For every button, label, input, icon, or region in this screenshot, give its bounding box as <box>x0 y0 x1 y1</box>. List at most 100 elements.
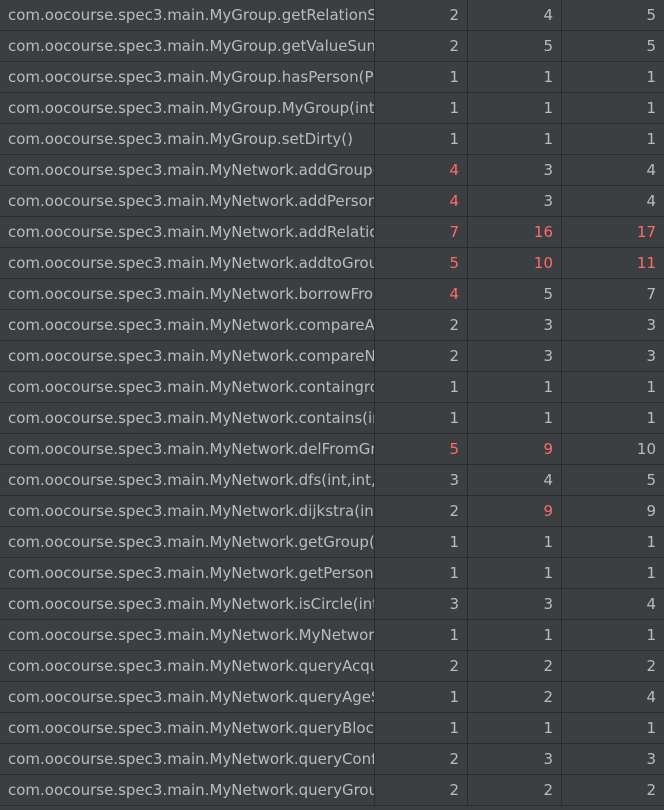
method-name-cell: com.oocourse.spec3.main.MyNetwork.addtoG… <box>0 248 375 278</box>
table-row[interactable]: com.oocourse.spec3.main.MyNetwork.getPer… <box>0 558 664 589</box>
metric-cell-2: 1 <box>468 62 562 92</box>
metric-cell-1: 3 <box>375 589 468 619</box>
table-row[interactable]: com.oocourse.spec3.main.MyNetwork.queryA… <box>0 651 664 682</box>
table-row[interactable]: com.oocourse.spec3.main.MyNetwork.delFro… <box>0 434 664 465</box>
metric-cell-3: 5 <box>646 37 656 55</box>
metric-cell-1: 5 <box>375 434 468 464</box>
method-name-cell: com.oocourse.spec3.main.MyNetwork.compar… <box>0 341 375 371</box>
metric-cell-3: 1 <box>646 68 656 86</box>
method-name-cell: com.oocourse.spec3.main.MyGroup.MyGroup(… <box>0 93 375 123</box>
table-row[interactable]: com.oocourse.spec3.main.MyNetwork.queryA… <box>0 682 664 713</box>
metric-cell-2: 1 <box>468 124 562 154</box>
method-name-cell: com.oocourse.spec3.main.MyNetwork.MyNetw… <box>0 620 375 650</box>
metric-cell-1: 5 <box>375 248 468 278</box>
table-row[interactable]: com.oocourse.spec3.main.MyGroup.setDirty… <box>0 124 664 155</box>
metric-cell-3: 10 <box>636 440 656 458</box>
metric-cell-2: 2 <box>468 682 562 712</box>
metric-cell-3: 2 <box>646 657 656 675</box>
table-row[interactable]: com.oocourse.spec3.main.MyNetwork.borrow… <box>0 279 664 310</box>
method-name-cell: com.oocourse.spec3.main.MyGroup.getValue… <box>0 31 375 61</box>
table-row[interactable]: com.oocourse.spec3.main.MyNetwork.addGro… <box>0 155 664 186</box>
method-name-cell: com.oocourse.spec3.main.MyNetwork.borrow… <box>0 279 375 309</box>
metric-cell-2: 1 <box>468 558 562 588</box>
table-row[interactable]: com.oocourse.spec3.main.MyNetwork.queryG… <box>0 775 664 806</box>
method-name-cell: com.oocourse.spec3.main.MyNetwork.contai… <box>0 403 375 433</box>
metric-cell-2: 1 <box>468 93 562 123</box>
metric-cell-2: 10 <box>468 248 562 278</box>
metric-cell-2: 5 <box>468 31 562 61</box>
metric-cell-3: 5 <box>646 471 656 489</box>
metric-cell-2: 1 <box>468 403 562 433</box>
method-name-cell: com.oocourse.spec3.main.MyNetwork.compar… <box>0 310 375 340</box>
metric-cell-3: 3 <box>646 347 656 365</box>
metric-cell-2: 5 <box>468 279 562 309</box>
table-row[interactable]: com.oocourse.spec3.main.MyNetwork.dijkst… <box>0 496 664 527</box>
method-name-cell: com.oocourse.spec3.main.MyNetwork.getGro… <box>0 527 375 557</box>
table-row[interactable]: com.oocourse.spec3.main.MyNetwork.compar… <box>0 310 664 341</box>
table-row[interactable]: com.oocourse.spec3.main.MyGroup.getValue… <box>0 31 664 62</box>
metric-cell-3: 1 <box>646 99 656 117</box>
metric-cell-1: 1 <box>375 124 468 154</box>
metric-cell-2: 1 <box>468 620 562 650</box>
table-row[interactable]: com.oocourse.spec3.main.MyNetwork.contai… <box>0 372 664 403</box>
metric-cell-2: 3 <box>468 744 562 774</box>
table-row[interactable]: com.oocourse.spec3.main.MyNetwork.queryC… <box>0 744 664 775</box>
method-name-cell: com.oocourse.spec3.main.MyNetwork.getPer… <box>0 558 375 588</box>
metric-cell-1: 4 <box>375 186 468 216</box>
metric-cell-3: 1 <box>646 533 656 551</box>
metric-cell-2: 4 <box>468 0 562 30</box>
table-row[interactable]: com.oocourse.spec3.main.MyNetwork.getGro… <box>0 527 664 558</box>
metric-cell-2: 4 <box>468 465 562 495</box>
table-row[interactable]: com.oocourse.spec3.main.MyNetwork.dfs(in… <box>0 465 664 496</box>
metric-cell-3: 1 <box>646 130 656 148</box>
table-row[interactable]: com.oocourse.spec3.main.MyNetwork.MyNetw… <box>0 620 664 651</box>
table-row[interactable]: com.oocourse.spec3.main.MyNetwork.compar… <box>0 341 664 372</box>
metric-cell-2: 16 <box>468 217 562 247</box>
metric-cell-2: 2 <box>468 775 562 805</box>
metric-cell-3: 1 <box>646 626 656 644</box>
method-name-cell: com.oocourse.spec3.main.MyNetwork.addGro… <box>0 155 375 185</box>
method-name-cell: com.oocourse.spec3.main.MyNetwork.dijkst… <box>0 496 375 526</box>
metric-cell-3: 1 <box>646 409 656 427</box>
method-name-cell: com.oocourse.spec3.main.MyNetwork.queryB… <box>0 713 375 743</box>
metric-cell-1: 4 <box>375 279 468 309</box>
metric-cell-2: 3 <box>468 341 562 371</box>
metric-cell-3: 7 <box>646 285 656 303</box>
table-row[interactable]: com.oocourse.spec3.main.MyNetwork.isCirc… <box>0 589 664 620</box>
metric-cell-3: 1 <box>646 564 656 582</box>
metric-cell-2: 1 <box>468 713 562 743</box>
metric-cell-3: 4 <box>646 688 656 706</box>
table-row[interactable]: com.oocourse.spec3.main.MyGroup.MyGroup(… <box>0 93 664 124</box>
metric-cell-1: 1 <box>375 713 468 743</box>
metric-cell-3: 4 <box>646 161 656 179</box>
metric-cell-2: 3 <box>468 186 562 216</box>
metric-cell-3: 3 <box>646 750 656 768</box>
metric-cell-1: 2 <box>375 341 468 371</box>
table-row[interactable]: com.oocourse.spec3.main.MyNetwork.contai… <box>0 403 664 434</box>
metric-cell-2: 9 <box>468 496 562 526</box>
metric-cell-1: 2 <box>375 310 468 340</box>
method-name-cell: com.oocourse.spec3.main.MyNetwork.queryG… <box>0 775 375 805</box>
table-row[interactable]: com.oocourse.spec3.main.MyGroup.hasPerso… <box>0 62 664 93</box>
metric-cell-1: 3 <box>375 465 468 495</box>
metrics-table: com.oocourse.spec3.main.MyGroup.getRelat… <box>0 0 664 806</box>
method-name-cell: com.oocourse.spec3.main.MyNetwork.queryC… <box>0 744 375 774</box>
metric-cell-3: 1 <box>646 719 656 737</box>
method-name-cell: com.oocourse.spec3.main.MyNetwork.queryA… <box>0 682 375 712</box>
metric-cell-1: 1 <box>375 620 468 650</box>
method-name-cell: com.oocourse.spec3.main.MyNetwork.queryA… <box>0 651 375 681</box>
metric-cell-1: 2 <box>375 31 468 61</box>
metric-cell-3: 9 <box>646 502 656 520</box>
table-row[interactable]: com.oocourse.spec3.main.MyNetwork.addRel… <box>0 217 664 248</box>
table-row[interactable]: com.oocourse.spec3.main.MyGroup.getRelat… <box>0 0 664 31</box>
metric-cell-2: 9 <box>468 434 562 464</box>
table-row[interactable]: com.oocourse.spec3.main.MyNetwork.addPer… <box>0 186 664 217</box>
metric-cell-3: 4 <box>646 595 656 613</box>
table-row[interactable]: com.oocourse.spec3.main.MyNetwork.addtoG… <box>0 248 664 279</box>
metric-cell-2: 3 <box>468 589 562 619</box>
metric-cell-2: 3 <box>468 155 562 185</box>
metric-cell-2: 1 <box>468 527 562 557</box>
metric-cell-1: 7 <box>375 217 468 247</box>
metric-cell-2: 3 <box>468 310 562 340</box>
table-row[interactable]: com.oocourse.spec3.main.MyNetwork.queryB… <box>0 713 664 744</box>
